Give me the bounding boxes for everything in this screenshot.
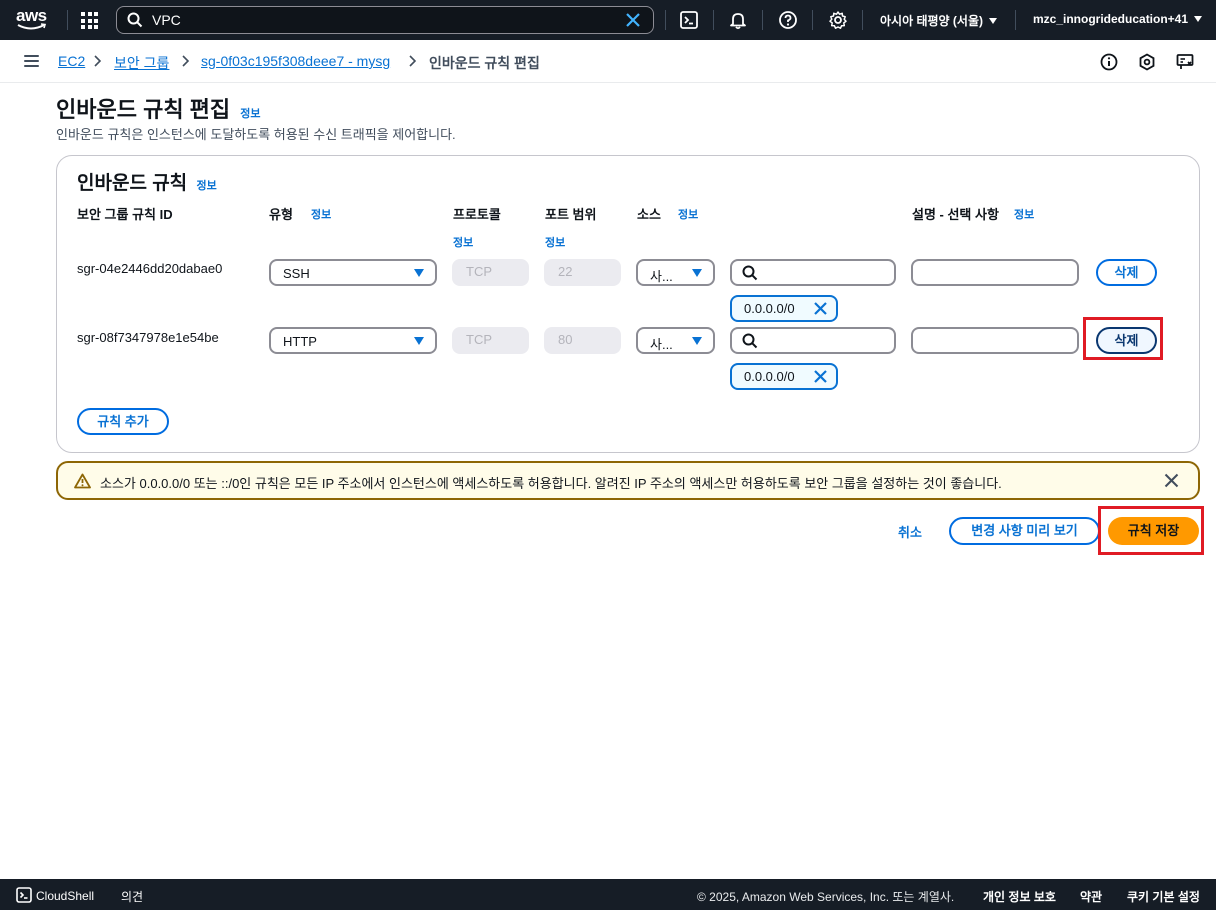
highlight-box <box>1083 317 1163 360</box>
page-title: 인바운드 규칙 편집 정보 <box>56 97 261 122</box>
column-description: 설명 - 선택 사항 <box>912 207 999 222</box>
panel-title: 인바운드 규칙 정보 <box>77 173 217 194</box>
remove-token-icon[interactable] <box>813 301 828 316</box>
clear-icon[interactable] <box>625 12 641 28</box>
source-type-select[interactable]: 사... <box>636 259 715 286</box>
footer: CloudShell 의견 © 2025, Amazon Web Service… <box>0 879 1216 910</box>
aws-logo[interactable]: aws <box>16 6 50 34</box>
delete-rule-button[interactable]: 삭제 <box>1096 259 1157 286</box>
close-icon[interactable] <box>1164 473 1179 488</box>
breadcrumb-current: 인바운드 규칙 편집 <box>429 55 540 71</box>
preview-changes-button[interactable]: 변경 사항 미리 보기 <box>949 517 1100 545</box>
warning-message: 소스가 0.0.0.0/0 또는 ::/0인 규칙은 모든 IP 주소에서 인스… <box>100 476 1002 491</box>
cidr-token: 0.0.0.0/0 <box>730 295 838 322</box>
add-rule-button[interactable]: 규칙 추가 <box>77 408 169 435</box>
source-search-input[interactable] <box>730 259 896 286</box>
cancel-button[interactable]: 취소 <box>898 522 922 541</box>
divider <box>67 10 68 30</box>
breadcrumb-bar: EC2 보안 그룹 sg-0f03c195f308deee7 - mysg 인바… <box>0 40 1216 83</box>
description-input[interactable] <box>911 259 1079 286</box>
description-input[interactable] <box>911 327 1079 354</box>
feedback-icon[interactable] <box>1175 52 1195 72</box>
breadcrumb-security-groups[interactable]: 보안 그룹 <box>114 53 169 73</box>
notifications-icon[interactable] <box>728 10 748 30</box>
search-icon <box>742 333 758 349</box>
cloudshell-button[interactable]: CloudShell <box>16 887 94 903</box>
port-range-field: 80 <box>544 327 621 354</box>
protocol-field: TCP <box>452 327 529 354</box>
caret-down-icon <box>1194 16 1203 22</box>
column-type: 유형 <box>269 207 293 222</box>
source-search-input[interactable] <box>730 327 896 354</box>
chevron-right-icon <box>182 55 190 67</box>
rule-id: sgr-08f7347978e1e54be <box>77 330 219 345</box>
top-navigation: aws VPC 아시아 태평양 (서울) mzc_innogrideducati… <box>0 0 1216 40</box>
terms-link[interactable]: 약관 <box>1080 888 1102 905</box>
remove-token-icon[interactable] <box>813 369 828 384</box>
region-selector[interactable]: 아시아 태평양 (서울) <box>880 12 997 29</box>
description-info-link[interactable]: 정보 <box>1014 206 1034 222</box>
divider <box>665 10 666 30</box>
port-range-field: 22 <box>544 259 621 286</box>
global-search[interactable]: VPC <box>116 6 654 34</box>
warning-alert: 소스가 0.0.0.0/0 또는 ::/0인 규칙은 모든 IP 주소에서 인스… <box>56 461 1200 500</box>
rule-id: sgr-04e2446dd20dabae0 <box>77 261 223 276</box>
privacy-link[interactable]: 개인 정보 보호 <box>983 888 1056 905</box>
divider <box>862 10 863 30</box>
type-select[interactable]: SSH <box>269 259 437 286</box>
panel-info-link[interactable]: 정보 <box>196 180 216 192</box>
type-select[interactable]: HTTP <box>269 327 437 354</box>
breadcrumb-security-group[interactable]: sg-0f03c195f308deee7 - mysg <box>201 53 390 69</box>
port-info-link[interactable]: 정보 <box>545 234 565 250</box>
info-icon[interactable] <box>1099 52 1119 72</box>
column-protocol: 프로토콜 <box>453 207 501 222</box>
column-source: 소스 <box>637 207 661 222</box>
protocol-field: TCP <box>452 259 529 286</box>
column-rule-id: 보안 그룹 규칙 ID <box>77 207 173 222</box>
breadcrumb-ec2[interactable]: EC2 <box>58 53 85 69</box>
search-icon <box>742 265 758 281</box>
divider <box>713 10 714 30</box>
page-description: 인바운드 규칙은 인스턴스에 도달하도록 허용된 수신 트래픽을 제어합니다. <box>56 127 456 142</box>
settings-icon[interactable] <box>828 10 848 30</box>
cloudshell-icon <box>16 887 32 903</box>
chevron-right-icon <box>409 55 417 67</box>
caret-down-icon <box>988 18 997 24</box>
search-input[interactable]: VPC <box>152 12 181 28</box>
type-info-link[interactable]: 정보 <box>311 206 331 222</box>
page-info-link[interactable]: 정보 <box>240 108 260 120</box>
warning-icon <box>74 473 91 489</box>
account-menu[interactable]: mzc_innogrideducation+41 <box>1033 12 1203 26</box>
inbound-rules-panel: 인바운드 규칙 정보 보안 그룹 규칙 ID 유형 정보 프로토콜 정보 포트 … <box>56 155 1200 453</box>
divider <box>1015 10 1016 30</box>
divider <box>812 10 813 30</box>
cookie-preferences-link[interactable]: 쿠키 기본 설정 <box>1127 888 1200 905</box>
notifications-settings-icon[interactable] <box>1137 52 1157 72</box>
services-grid-icon[interactable] <box>81 12 98 29</box>
divider <box>762 10 763 30</box>
source-info-link[interactable]: 정보 <box>678 206 698 222</box>
chevron-right-icon <box>94 55 102 67</box>
aws-smile-icon <box>17 23 47 30</box>
column-port-range: 포트 범위 <box>545 207 597 222</box>
feedback-link[interactable]: 의견 <box>121 888 143 905</box>
caret-down-icon <box>692 337 702 345</box>
source-type-select[interactable]: 사... <box>636 327 715 354</box>
cloudshell-icon[interactable] <box>679 10 699 30</box>
caret-down-icon <box>414 269 424 277</box>
protocol-info-link[interactable]: 정보 <box>453 234 473 250</box>
caret-down-icon <box>414 337 424 345</box>
caret-down-icon <box>692 269 702 277</box>
copyright: © 2025, Amazon Web Services, Inc. 또는 계열사… <box>697 890 955 904</box>
help-icon[interactable] <box>778 10 798 30</box>
menu-icon[interactable] <box>24 55 39 67</box>
highlight-box <box>1098 506 1204 555</box>
cidr-token: 0.0.0.0/0 <box>730 363 838 390</box>
search-icon <box>127 12 143 28</box>
